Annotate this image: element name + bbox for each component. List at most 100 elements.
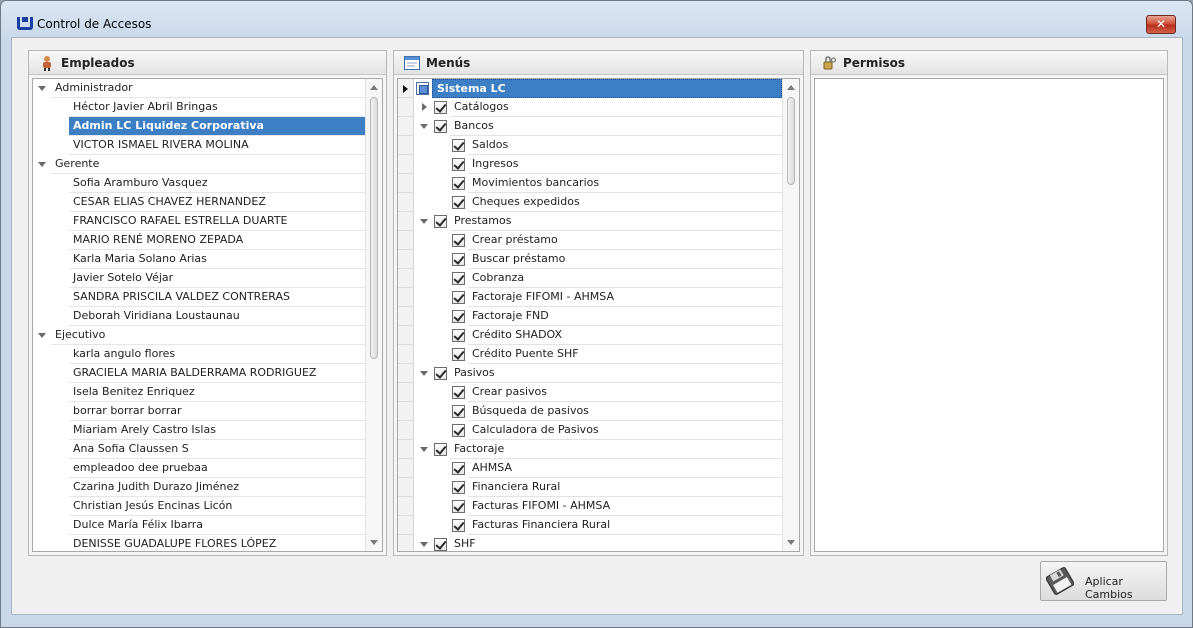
menu-tree-row[interactable]: Crear pasivos	[398, 383, 782, 402]
employee-row[interactable]: VICTOR ISMAEL RIVERA MOLINA	[33, 136, 365, 155]
menu-checkbox[interactable]	[452, 519, 465, 532]
employee-row[interactable]: GRACIELA MARIA BALDERRAMA RODRIGUEZ	[33, 364, 365, 383]
menu-item-label: Catálogos	[450, 98, 782, 117]
menu-checkbox[interactable]	[452, 139, 465, 152]
apply-changes-button[interactable]: Aplicar Cambios	[1040, 561, 1167, 601]
employee-row[interactable]: MARIO RENÉ MORENO ZEPADA	[33, 231, 365, 250]
menu-tree-row[interactable]: Buscar préstamo	[398, 250, 782, 269]
menu-tree-row[interactable]: Prestamos	[398, 212, 782, 231]
employees-scrollbar[interactable]	[365, 79, 382, 551]
menu-tree-row[interactable]: Sistema LC	[398, 79, 782, 98]
employee-row[interactable]: Dulce María Félix Ibarra	[33, 516, 365, 535]
menu-checkbox[interactable]	[452, 158, 465, 171]
collapse-arrow-icon[interactable]	[422, 103, 427, 111]
expand-arrow-icon[interactable]	[420, 447, 428, 452]
menu-tree-row[interactable]: AHMSA	[398, 459, 782, 478]
menu-tree-row[interactable]: Factoraje FIFOMI - AHMSA	[398, 288, 782, 307]
employee-row[interactable]: Javier Sotelo Véjar	[33, 269, 365, 288]
expand-arrow-icon[interactable]	[420, 542, 428, 547]
menu-checkbox[interactable]	[452, 500, 465, 513]
employee-row[interactable]: Sofia Aramburo Vasquez	[33, 174, 365, 193]
menu-checkbox[interactable]	[452, 310, 465, 323]
employee-group-row[interactable]: Gerente	[33, 155, 365, 174]
menu-checkbox[interactable]	[452, 405, 465, 418]
expand-arrow-icon[interactable]	[38, 86, 46, 91]
menu-checkbox[interactable]	[434, 120, 447, 133]
expand-arrow-icon[interactable]	[38, 162, 46, 167]
menu-checkbox[interactable]	[452, 177, 465, 190]
employee-row[interactable]: karla angulo flores	[33, 345, 365, 364]
employee-row[interactable]: CESAR ELIAS CHAVEZ HERNANDEZ	[33, 193, 365, 212]
employee-row[interactable]: Admin LC Liquidez Corporativa	[33, 117, 365, 136]
permissions-list[interactable]	[814, 78, 1164, 552]
menu-tree-row[interactable]: Ingresos	[398, 155, 782, 174]
employee-row[interactable]: Karla Maria Solano Arias	[33, 250, 365, 269]
menu-checkbox[interactable]	[452, 329, 465, 342]
employee-row[interactable]: Deborah Viridiana Loustaunau	[33, 307, 365, 326]
menu-tree-row[interactable]: Calculadora de Pasivos	[398, 421, 782, 440]
employee-row[interactable]: SANDRA PRISCILA VALDEZ CONTRERAS	[33, 288, 365, 307]
menu-checkbox[interactable]	[452, 348, 465, 361]
menu-checkbox[interactable]	[434, 101, 447, 114]
employee-group-row[interactable]: Ejecutivo	[33, 326, 365, 345]
employee-row[interactable]: borrar borrar borrar	[33, 402, 365, 421]
menu-tree-row[interactable]: Saldos	[398, 136, 782, 155]
menu-checkbox[interactable]	[452, 272, 465, 285]
scroll-down-arrow[interactable]	[787, 540, 795, 545]
menu-tree-row[interactable]: SHF	[398, 535, 782, 551]
menu-checkbox[interactable]	[434, 538, 447, 551]
menu-tree-row[interactable]: Crédito Puente SHF	[398, 345, 782, 364]
scroll-thumb[interactable]	[787, 97, 795, 185]
scroll-up-arrow[interactable]	[787, 85, 795, 90]
menu-tree-row[interactable]: Pasivos	[398, 364, 782, 383]
employee-row[interactable]: Christian Jesús Encinas Licón	[33, 497, 365, 516]
scroll-thumb[interactable]	[370, 97, 378, 359]
menu-tree-row[interactable]: Cheques expedidos	[398, 193, 782, 212]
employees-tree[interactable]: Administrador Héctor Javier Abril Bringas…	[32, 78, 383, 552]
menu-tree-row[interactable]: Factoraje FND	[398, 307, 782, 326]
menu-tree-row[interactable]: Catálogos	[398, 98, 782, 117]
employee-row[interactable]: Czarina Judith Durazo Jiménez	[33, 478, 365, 497]
menu-item-label: Crear préstamo	[468, 231, 782, 250]
menu-tree-row[interactable]: Crédito SHADOX	[398, 326, 782, 345]
scroll-down-arrow[interactable]	[370, 540, 378, 545]
menu-checkbox[interactable]	[452, 196, 465, 209]
menus-tree[interactable]: Sistema LC Catálogos Bancos Saldos Ingresos M…	[397, 78, 800, 552]
expand-arrow-icon[interactable]	[420, 371, 428, 376]
close-button[interactable]: ✕	[1146, 15, 1176, 34]
employee-row[interactable]: Miariam Arely Castro Islas	[33, 421, 365, 440]
menu-checkbox[interactable]	[452, 386, 465, 399]
employee-row[interactable]: Isela Benitez Enriquez	[33, 383, 365, 402]
menu-checkbox[interactable]	[434, 367, 447, 380]
menu-checkbox[interactable]	[416, 82, 429, 95]
menu-tree-row[interactable]: Búsqueda de pasivos	[398, 402, 782, 421]
menu-checkbox[interactable]	[452, 462, 465, 475]
menu-tree-row[interactable]: Movimientos bancarios	[398, 174, 782, 193]
menu-item-label: Buscar préstamo	[468, 250, 782, 269]
employee-row[interactable]: Ana Sofia Claussen S	[33, 440, 365, 459]
expand-arrow-icon[interactable]	[38, 333, 46, 338]
expand-arrow-icon[interactable]	[420, 124, 428, 129]
menu-tree-row[interactable]: Financiera Rural	[398, 478, 782, 497]
menu-checkbox[interactable]	[452, 291, 465, 304]
menu-checkbox[interactable]	[452, 424, 465, 437]
menu-checkbox[interactable]	[434, 443, 447, 456]
employee-row[interactable]: DENISSE GUADALUPE FLORES LÓPEZ	[33, 535, 365, 551]
scroll-up-arrow[interactable]	[370, 85, 378, 90]
menu-tree-row[interactable]: Cobranza	[398, 269, 782, 288]
menu-tree-row[interactable]: Bancos	[398, 117, 782, 136]
employee-row[interactable]: Héctor Javier Abril Bringas	[33, 98, 365, 117]
menu-tree-row[interactable]: Facturas Financiera Rural	[398, 516, 782, 535]
expand-arrow-icon[interactable]	[420, 219, 428, 224]
menu-tree-row[interactable]: Factoraje	[398, 440, 782, 459]
menu-tree-row[interactable]: Crear préstamo	[398, 231, 782, 250]
menu-tree-row[interactable]: Facturas FIFOMI - AHMSA	[398, 497, 782, 516]
menu-checkbox[interactable]	[452, 253, 465, 266]
menus-scrollbar[interactable]	[782, 79, 799, 551]
menu-checkbox[interactable]	[434, 215, 447, 228]
menu-checkbox[interactable]	[452, 234, 465, 247]
employee-row[interactable]: FRANCISCO RAFAEL ESTRELLA DUARTE	[33, 212, 365, 231]
employee-row[interactable]: empleadoo dee pruebaa	[33, 459, 365, 478]
employee-group-row[interactable]: Administrador	[33, 79, 365, 98]
menu-checkbox[interactable]	[452, 481, 465, 494]
